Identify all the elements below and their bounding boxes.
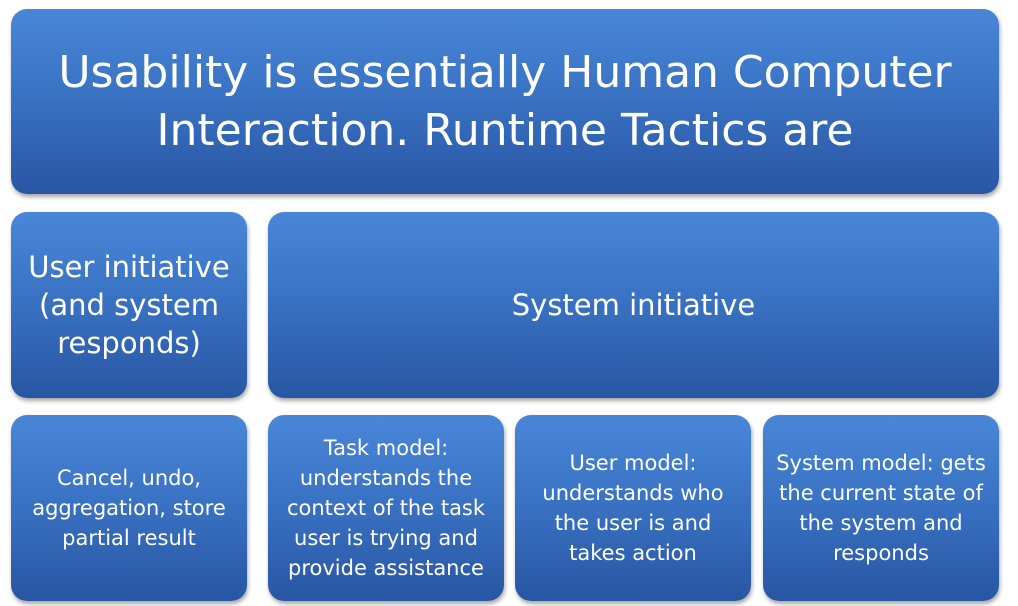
system-initiative-box: System initiative — [268, 212, 999, 398]
tactic-box-user-model: User model: understands who the user is … — [515, 415, 751, 601]
system-initiative-label: System initiative — [511, 288, 756, 322]
title-box: Usability is essentially Human Computer … — [11, 9, 999, 194]
title-line-2: Interaction. Runtime Tactics are — [156, 104, 854, 156]
tactic-text: User model: understands who the user is … — [542, 451, 724, 565]
tactic-text: System model: gets the current state of … — [776, 451, 986, 565]
title-line-1: Usability is essentially Human Computer — [58, 46, 952, 98]
user-initiative-label: User initiative (and system responds) — [28, 250, 230, 360]
tactic-box-cancel-undo: Cancel, undo, aggregation, store partial… — [11, 415, 247, 601]
user-initiative-box: User initiative (and system responds) — [11, 212, 247, 398]
title-text: Usability is essentially Human Computer … — [58, 44, 951, 160]
tactic-box-task-model: Task model: understands the context of t… — [268, 415, 504, 601]
tactic-text: Task model: understands the context of t… — [286, 436, 486, 580]
tactic-text: Cancel, undo, aggregation, store partial… — [32, 466, 226, 550]
diagram: Usability is essentially Human Computer … — [0, 0, 1018, 606]
tactic-box-system-model: System model: gets the current state of … — [763, 415, 999, 601]
